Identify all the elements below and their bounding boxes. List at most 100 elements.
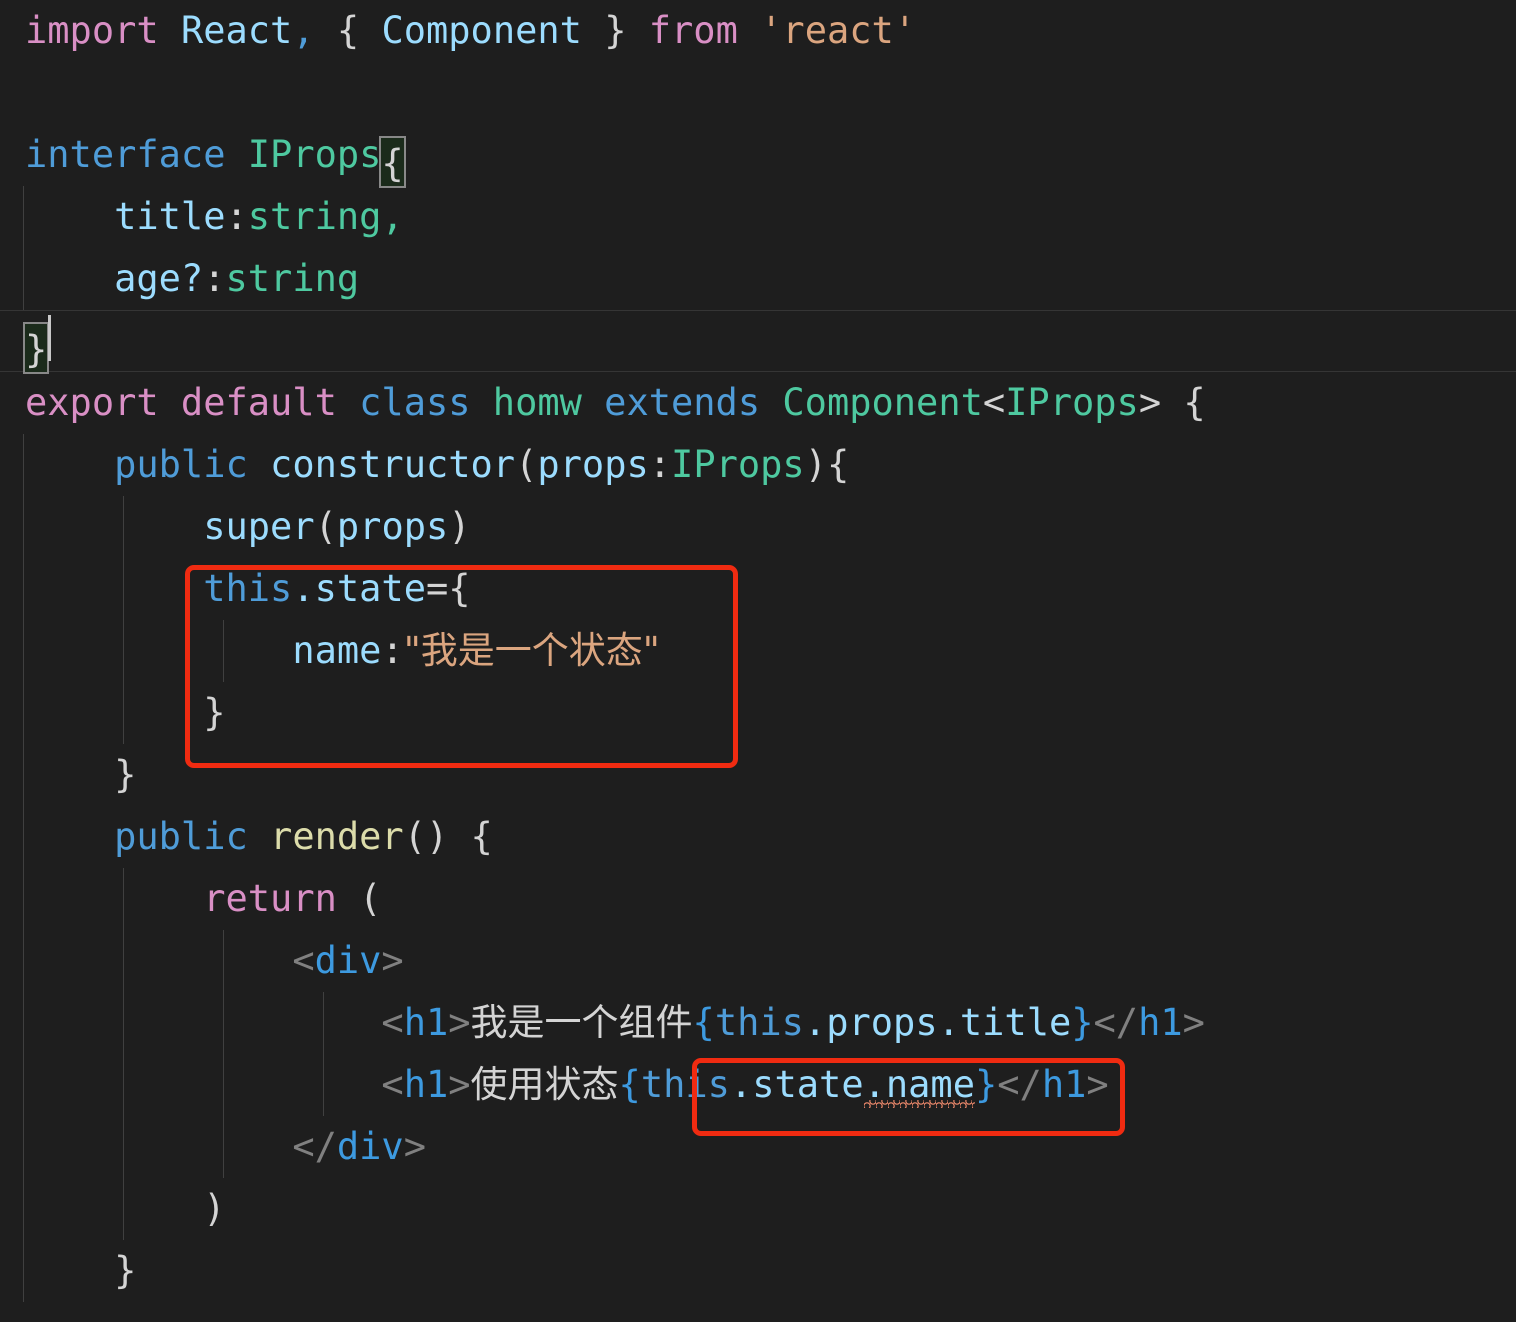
token-react-module-string: 'react' [760, 9, 917, 52]
indent-guide [223, 992, 224, 1054]
indent-guide [23, 1178, 24, 1240]
indent-guide [123, 1054, 124, 1116]
token-paren-close: ) [448, 505, 471, 548]
token-state-property: .state [729, 1063, 864, 1106]
token-jsx-chinese-text: 使用状态 [470, 1063, 619, 1106]
code-line-7[interactable]: export default class homw extends Compon… [0, 372, 1516, 434]
token-public-modifier: public [114, 815, 271, 858]
token-paren-open: ( [314, 505, 337, 548]
token-object-close-brace: } [203, 691, 226, 734]
indent-guide [123, 496, 124, 558]
code-line-11[interactable]: name:"我是一个状态" [0, 620, 1516, 682]
code-line-1[interactable]: import React, { Component } from 'react' [0, 0, 1516, 62]
token-colon: : [203, 257, 226, 300]
code-line-9[interactable]: super(props) [0, 496, 1516, 558]
indent-guide [123, 620, 124, 682]
code-line-19[interactable]: </div> [0, 1116, 1516, 1178]
token-class-keyword: class [359, 381, 493, 424]
code-line-4[interactable]: title:string, [0, 186, 1516, 248]
token-div-tag-name: div [336, 1125, 404, 1168]
indent-guide [23, 558, 24, 620]
indent-guide [123, 930, 124, 992]
token-open-brace: { [314, 9, 382, 52]
token-paren-close-brace: ){ [804, 443, 850, 486]
text-cursor [48, 315, 52, 361]
token-iprops-annotation: IProps [671, 443, 805, 486]
token-tag-close-bracket: > [381, 939, 404, 982]
token-jsx-chinese-text: 我是一个组件 [470, 1001, 693, 1044]
code-line-3[interactable]: interface IProps{ [0, 124, 1516, 188]
indent-guide [23, 1240, 24, 1302]
code-line-16[interactable]: <div> [0, 930, 1516, 992]
token-closing-tag-open: </ [1093, 1001, 1139, 1044]
indent-guide [23, 992, 24, 1054]
token-chinese-state-string: "我是一个状态" [403, 629, 660, 672]
code-line-5[interactable]: age?:string [0, 248, 1516, 310]
indent-guide [123, 1178, 124, 1240]
code-line-15[interactable]: return ( [0, 868, 1516, 930]
indent-guide [23, 620, 24, 682]
bracket-match-open-brace: { [379, 136, 406, 188]
indent-guide [23, 248, 24, 310]
code-line-13[interactable]: } [0, 744, 1516, 806]
code-line-18[interactable]: <h1>使用状态{this.state.name}</h1> [0, 1054, 1516, 1116]
indent-guide [23, 682, 24, 744]
token-string-type: string [225, 257, 360, 300]
token-import-keyword: import [25, 9, 181, 52]
token-react-identifier: React [180, 9, 293, 52]
token-jsx-expr-open: { [692, 1001, 715, 1044]
token-component-identifier: Component [381, 9, 582, 52]
token-generic-open: < [982, 381, 1006, 424]
code-editor-surface[interactable]: import React, { Component } from 'react'… [0, 0, 1516, 1322]
indent-guide [23, 930, 24, 992]
bracket-match-close-brace: } [23, 322, 50, 374]
token-constructor-keyword: constructor [270, 443, 516, 486]
token-extends-keyword: extends [581, 381, 783, 424]
token-component-base-class: Component [782, 381, 983, 424]
code-line-10[interactable]: this.state={ [0, 558, 1516, 620]
token-tag-open-bracket: < [381, 1063, 404, 1106]
token-paren-open: ( [336, 877, 382, 920]
token-title-property: title [114, 195, 226, 238]
token-closing-tag-open: </ [997, 1063, 1042, 1106]
token-this-keyword: this [714, 1001, 804, 1044]
indent-guide [123, 682, 124, 744]
indent-guide [123, 1116, 124, 1178]
token-name-property-with-error: .name [863, 1063, 975, 1106]
token-colon: : [381, 629, 404, 672]
token-tag-open-bracket: < [292, 939, 315, 982]
code-line-14[interactable]: public render() { [0, 806, 1516, 868]
indent-guide [223, 1054, 224, 1116]
indent-guide [23, 744, 24, 806]
indent-guide [323, 1054, 324, 1116]
indent-guide [23, 186, 24, 248]
code-line-6-current[interactable]: } [0, 310, 1516, 374]
code-line-2-blank[interactable] [0, 62, 1516, 124]
code-line-17[interactable]: <h1>我是一个组件{this.props.title}</h1> [0, 992, 1516, 1054]
token-string-type: string [247, 195, 382, 238]
code-line-12[interactable]: } [0, 682, 1516, 744]
code-line-8[interactable]: public constructor(props:IProps){ [0, 434, 1516, 496]
token-iprops-type: IProps [247, 133, 382, 176]
indent-guide [223, 930, 224, 992]
token-render-close-brace: } [114, 1249, 137, 1292]
token-object-open-brace: { [448, 567, 471, 610]
token-this-keyword: this [640, 1063, 730, 1106]
indent-guide [323, 992, 324, 1054]
token-render-method: render [270, 815, 404, 858]
token-constructor-close-brace: } [114, 753, 137, 796]
token-export-default-keyword: export default [25, 381, 360, 424]
indent-guide [123, 558, 124, 620]
code-line-20[interactable]: ) [0, 1178, 1516, 1240]
code-line-21[interactable]: } [0, 1240, 1516, 1302]
token-generic-close-and-brace: > { [1138, 381, 1206, 424]
